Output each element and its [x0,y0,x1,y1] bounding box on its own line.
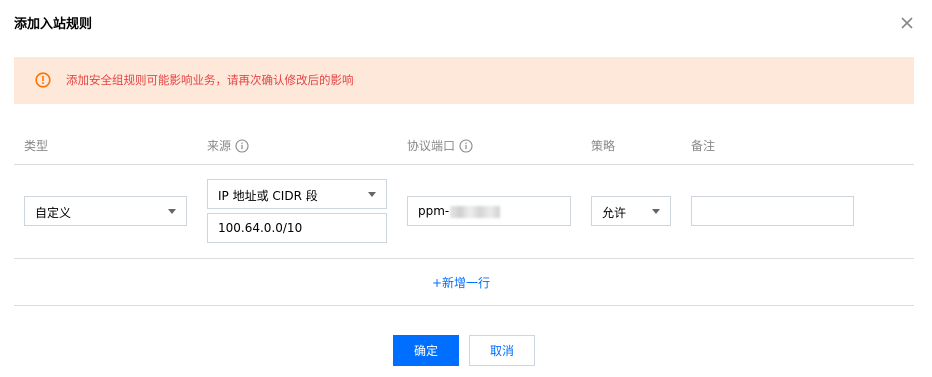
chevron-down-icon [168,209,176,214]
close-button[interactable] [898,13,918,33]
note-input[interactable] [691,196,854,226]
warning-circle-icon [35,72,51,88]
protocol-port-value: ppm- [418,204,450,218]
policy-select-value: 允许 [602,206,627,220]
policy-select[interactable]: 允许 [591,196,671,226]
warning-alert: 添加安全组规则可能影响业务，请再次确认修改后的影响 [14,57,914,104]
chevron-down-icon [652,209,660,214]
alert-message: 添加安全组规则可能影响业务，请再次确认修改后的影响 [66,73,354,87]
column-header-type: 类型 [24,137,48,154]
add-row-link[interactable]: +新增一行 [432,274,490,291]
redacted-text [450,205,501,218]
column-header-source: 来源 [207,137,249,154]
header-note-label: 备注 [691,139,716,153]
column-header-note: 备注 [691,137,715,154]
dialog-title: 添加入站规则 [14,17,93,32]
source-type-select-value: IP 地址或 CIDR 段 [218,189,318,203]
header-source-label: 来源 [207,139,232,153]
row-divider [14,258,914,259]
info-icon[interactable] [235,138,249,153]
footer-divider [14,305,914,306]
source-cidr-value: 100.64.0.0/10 [218,221,303,235]
source-type-select[interactable]: IP 地址或 CIDR 段 [207,179,387,209]
source-cidr-input[interactable]: 100.64.0.0/10 [207,213,387,243]
type-select[interactable]: 自定义 [24,196,187,226]
info-icon[interactable] [459,138,473,153]
type-select-value: 自定义 [35,206,72,220]
cancel-button[interactable]: 取消 [469,335,535,366]
confirm-button[interactable]: 确定 [393,335,459,366]
header-protocol-port-label: 协议端口 [407,139,456,153]
header-policy-label: 策略 [591,139,616,153]
header-type-label: 类型 [24,139,49,153]
chevron-down-icon [368,192,376,197]
column-header-protocol-port: 协议端口 [407,137,473,154]
header-divider [14,164,914,165]
column-header-policy: 策略 [591,137,615,154]
protocol-port-input[interactable]: ppm- [407,196,571,226]
close-icon [901,17,913,29]
